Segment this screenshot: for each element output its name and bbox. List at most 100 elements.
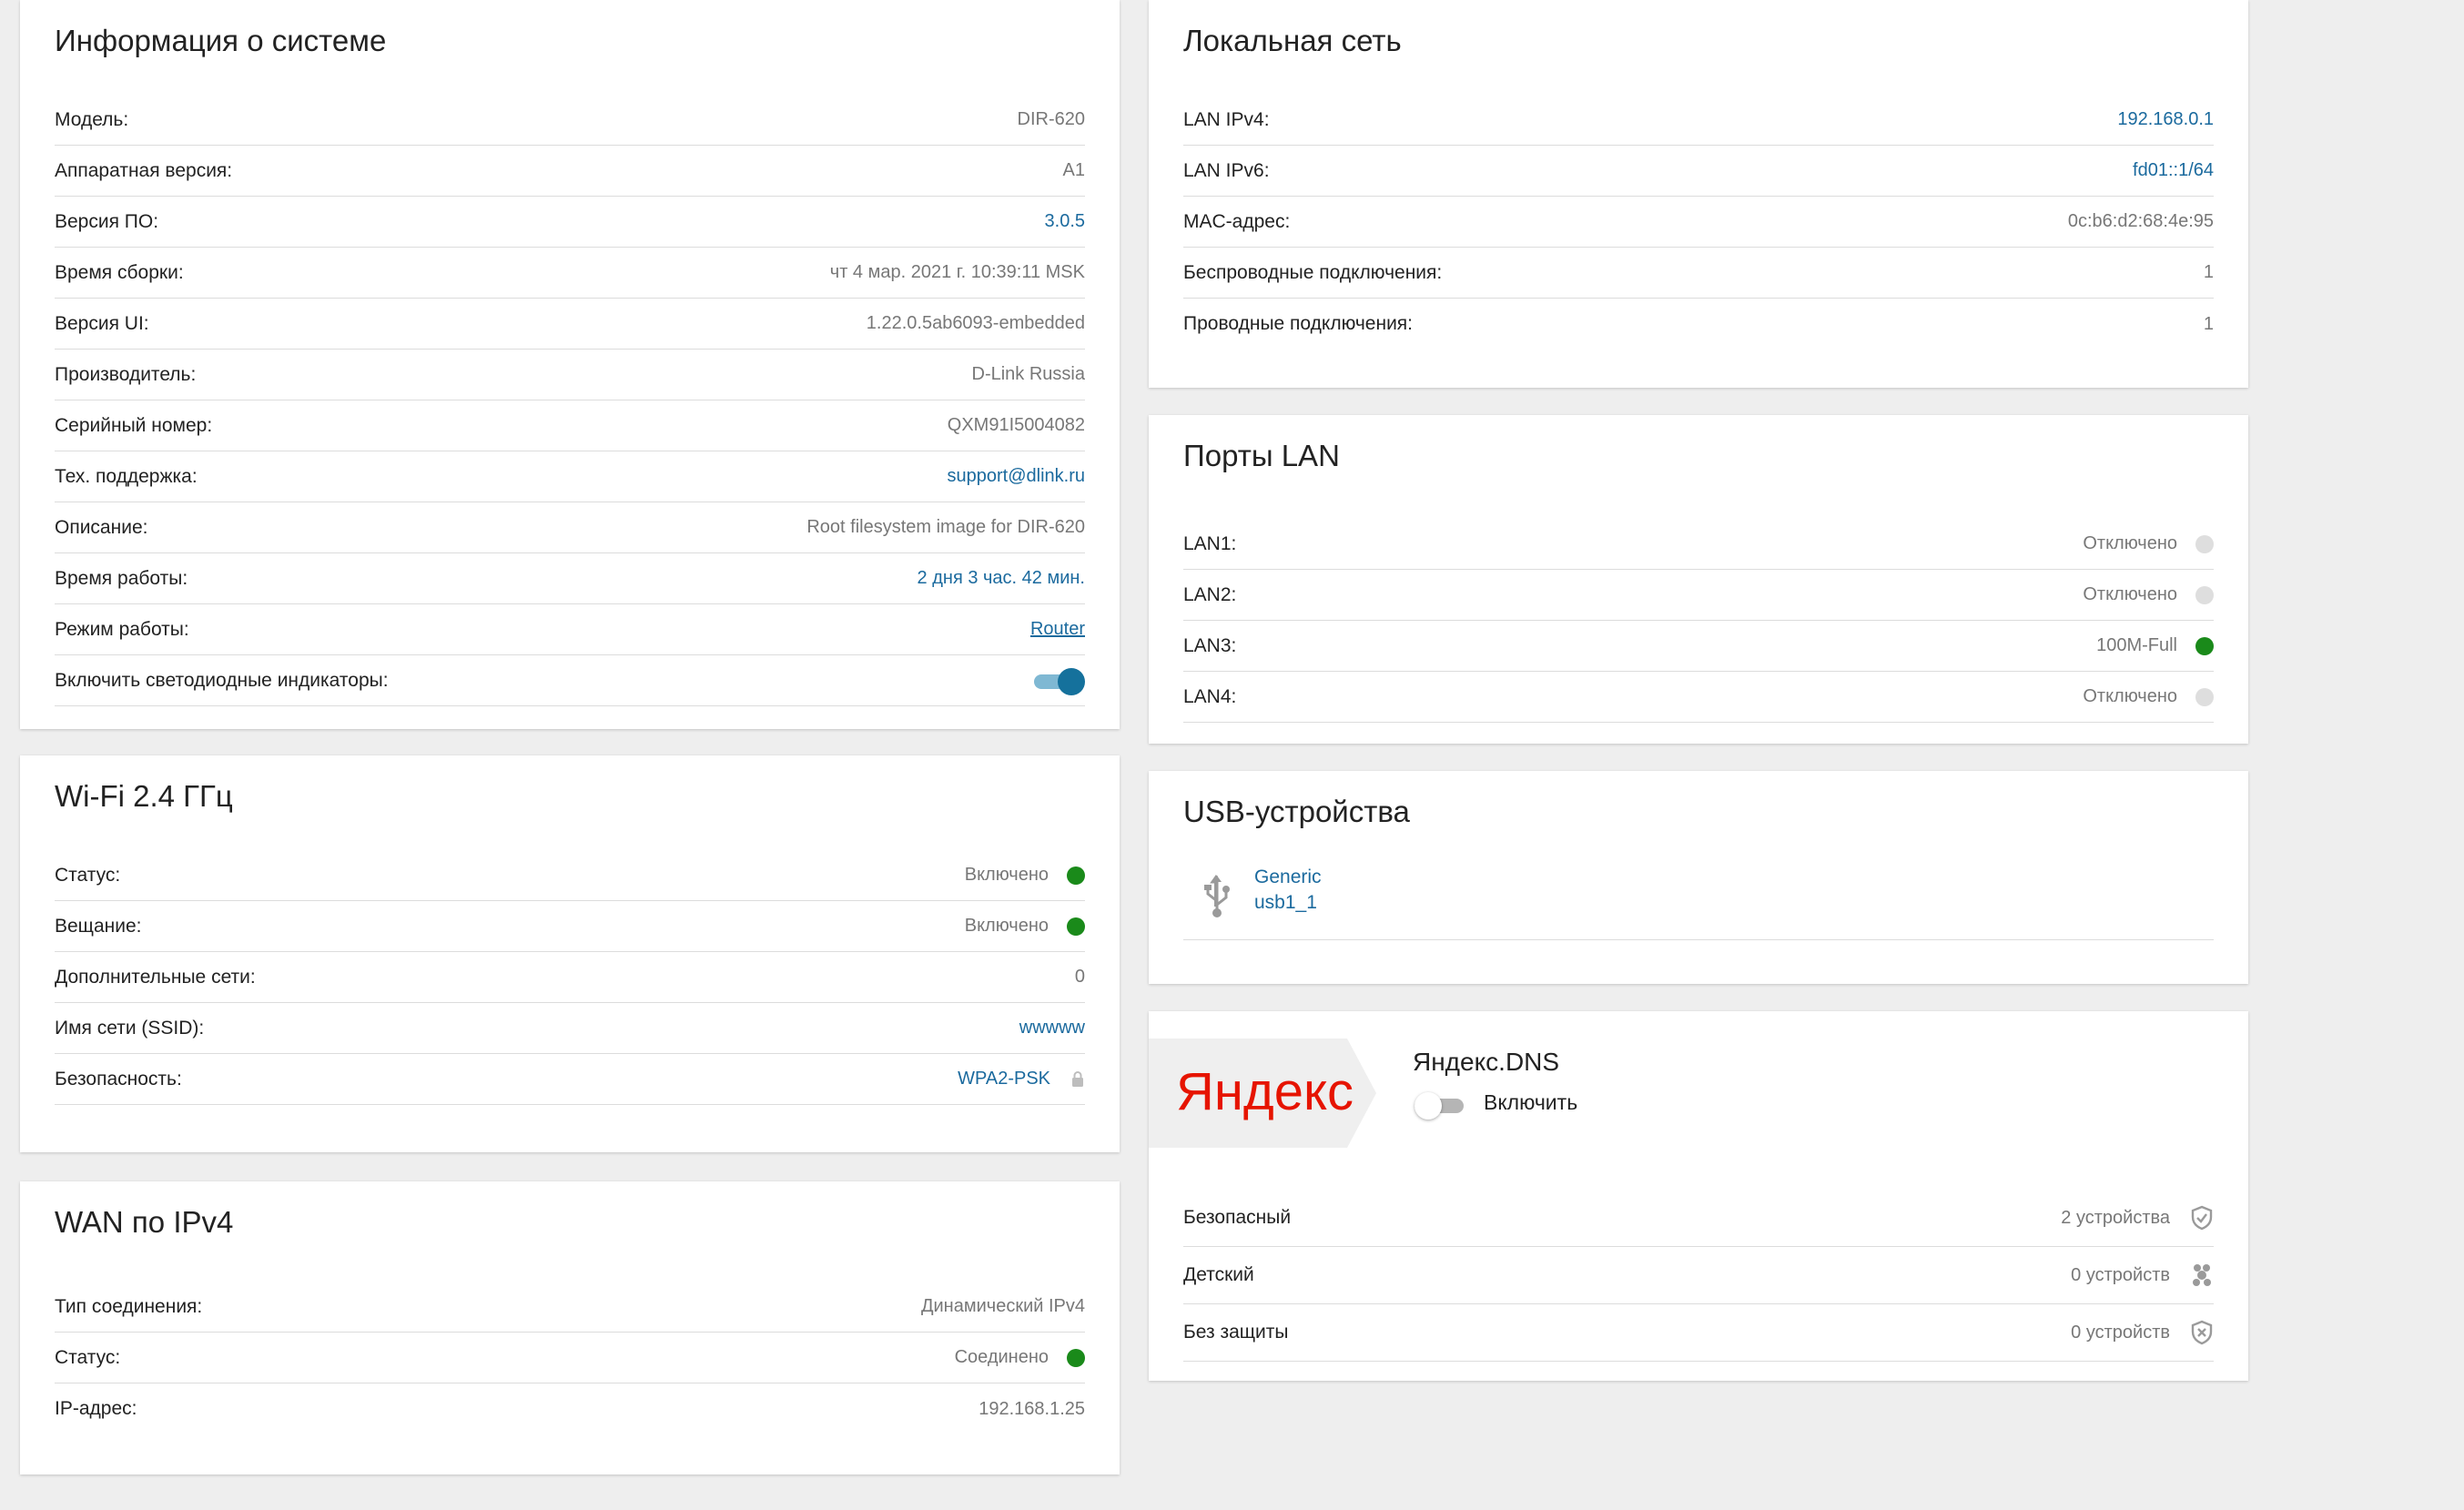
ssid-link[interactable]: wwwww [1019,1018,1085,1039]
uptime-value: 2 дня 3 час. 42 мин. [917,568,1085,588]
lan-row-wireless-clients: Беспроводные подключения: 1 [1183,248,2214,299]
usb-icon [1204,875,1230,917]
wifi-title: Wi-Fi 2.4 ГГц [55,779,233,813]
row-label: LAN3: [1183,634,1237,656]
row-label: Версия ПО: [55,210,159,232]
wifi-row-ssid: Имя сети (SSID): wwwww [55,1003,1085,1054]
info-row-ui-version: Версия UI: 1.22.0.5ab6093-embedded [55,299,1085,350]
row-label: Безопасный [1183,1207,1292,1228]
usb-title: USB-устройства [1183,795,1410,828]
wifi-broadcast-value: Включено [965,916,1085,937]
row-label: Детский [1183,1264,1254,1285]
lan-row-ipv4: LAN IPv4: 192.168.0.1 [1183,95,2214,146]
dns-mode-row-safe[interactable]: Безопасный 2 устройства [1183,1190,2214,1247]
lan-row-mac: MAC-адрес: 0c:b6:d2:68:4e:95 [1183,197,2214,248]
status-text: 100M-Full [2096,635,2177,655]
row-label: Имя сети (SSID): [55,1017,205,1039]
info-row-support: Тех. поддержка: support@dlink.ru [55,451,1085,502]
lan-ipv4-link[interactable]: 192.168.0.1 [2117,109,2214,130]
wifi-row-security: Безопасность: WPA2-PSK [55,1054,1085,1105]
yandex-dns-enable-label[interactable]: Включить [1484,1090,1577,1115]
status-text: Отключено [2083,584,2177,604]
wan-row-status: Статус: Соединено [55,1333,1085,1383]
usb-device-item[interactable]: Generic usb1_1 [1183,857,2214,940]
status-on-indicator-icon [1067,917,1085,936]
count-text: 0 устройств [2071,1264,2170,1285]
port-row-lan4: LAN4: Отключено [1183,672,2214,723]
wireless-clients-value: 1 [2203,262,2214,282]
row-label: Производитель: [55,363,197,385]
support-email-link[interactable]: support@dlink.ru [948,466,1085,487]
firmware-version-link[interactable]: 3.0.5 [1045,211,1085,232]
yandex-logo-text: Яндекс [1176,1062,1354,1121]
dns-mode-row-kids[interactable]: Детский 0 устройств [1183,1247,2214,1304]
row-label: Аппаратная версия: [55,159,233,181]
info-row-uptime: Время работы: 2 дня 3 час. 42 мин. [55,553,1085,604]
count-text: 2 устройства [2061,1207,2170,1228]
row-label: LAN1: [1183,532,1237,554]
led-indicators-toggle[interactable] [1034,667,1085,695]
hw-version-value: A1 [1062,160,1085,180]
row-label: IP-адрес: [55,1398,137,1419]
lan-title: Локальная сеть [1183,24,1402,57]
row-label: LAN IPv6: [1183,159,1270,181]
wan-row-ip: IP-адрес: 192.168.1.25 [55,1383,1085,1434]
lan-ipv6-link[interactable]: fd01::1/64 [2133,160,2214,181]
row-label: Вещание: [55,915,142,937]
child-icon [2193,1264,2211,1286]
devices-count-value: 0 устройств [2071,1262,2214,1288]
security-link[interactable]: WPA2-PSK [958,1069,1050,1089]
lan-ports-title: Порты LAN [1183,439,1340,472]
row-label: LAN IPv4: [1183,108,1270,130]
row-label: Тип соединения: [55,1295,203,1317]
system-info-title: Информация о системе [55,24,387,57]
wan-row-type: Тип соединения: Динамический IPv4 [55,1282,1085,1333]
connection-type-value: Динамический IPv4 [920,1296,1085,1316]
yandex-dns-card: Яндекс Яндекс.DNS Включить Безопасный 2 … [1149,1011,2248,1381]
yandex-logo-banner: Яндекс [1149,1039,1376,1148]
info-row-model: Модель: DIR-620 [55,95,1085,146]
row-label: Время работы: [55,567,188,589]
security-value: WPA2-PSK [958,1069,1085,1089]
yandex-dns-title: Яндекс.DNS [1413,1048,1560,1076]
shield-check-icon [2191,1205,2213,1231]
status-text: Отключено [2083,686,2177,706]
status-off-indicator-icon [2195,534,2214,553]
row-label: Версия UI: [55,312,149,334]
operation-mode-link[interactable]: Router [1030,619,1085,640]
count-text: 0 устройств [2071,1322,2170,1343]
usb-card: USB-устройства Generic usb1_1 [1149,771,2248,984]
wifi-card: Wi-Fi 2.4 ГГц Статус: Включено Вещание: … [20,755,1120,1152]
row-label: Тех. поддержка: [55,465,198,487]
wired-clients-value: 1 [2203,313,2214,334]
row-label: Модель: [55,108,129,130]
info-row-serial: Серийный номер: QXM91I5004082 [55,400,1085,451]
info-row-firmware: Версия ПО: 3.0.5 [55,197,1085,248]
port-status-value: Отключено [2083,686,2214,707]
dns-mode-row-no-protection[interactable]: Без защиты 0 устройств [1183,1304,2214,1362]
port-status-value: 100M-Full [2096,635,2214,656]
wan-card: WAN по IPv4 Тип соединения: Динамический… [20,1181,1120,1475]
system-info-card: Информация о системе Модель: DIR-620 Апп… [20,0,1120,729]
row-label: Режим работы: [55,618,189,640]
row-label: Серийный номер: [55,414,213,436]
vendor-value: D-Link Russia [971,364,1085,384]
status-on-indicator-icon [1067,866,1085,885]
lan-ports-card: Порты LAN LAN1: Отключено LAN2: Отключен… [1149,415,2248,744]
wan-ip-value: 192.168.1.25 [979,1398,1085,1419]
info-row-leds: Включить светодиодные индикаторы: [55,655,1085,706]
row-label: LAN2: [1183,583,1237,605]
wifi-row-extra-networks: Дополнительные сети: 0 [55,952,1085,1003]
yandex-dns-enable-toggle[interactable] [1415,1091,1465,1120]
usb-device-name-link[interactable]: Generic [1254,866,1322,888]
status-on-indicator-icon [2195,636,2214,655]
toggle-knob [1415,1092,1442,1120]
row-label: LAN4: [1183,685,1237,707]
row-label: Статус: [55,1346,121,1368]
wifi-row-status: Статус: Включено [55,850,1085,901]
status-off-indicator-icon [2195,585,2214,604]
row-label: Беспроводные подключения: [1183,261,1443,283]
usb-device-id-link[interactable]: usb1_1 [1254,892,1317,914]
row-label: Дополнительные сети: [55,966,256,988]
row-label: MAC-адрес: [1183,210,1291,232]
